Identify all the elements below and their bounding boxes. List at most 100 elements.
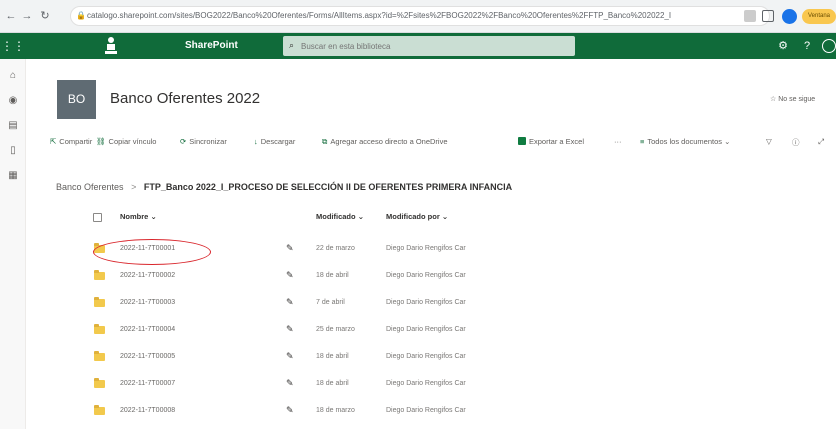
view-label: Todos los documentos bbox=[647, 137, 723, 146]
table-row[interactable]: 2022-11-7T00007 ✎ 18 de abril Diego Dari… bbox=[76, 372, 776, 398]
share-button[interactable]: ⇱ Compartir bbox=[50, 137, 92, 146]
row-name[interactable]: 2022-11-7T00005 bbox=[120, 353, 175, 360]
more-commands-button[interactable]: ··· bbox=[614, 137, 622, 146]
sync-button[interactable]: ⟳ Sincronizar bbox=[180, 137, 227, 146]
sort-chevron-icon: ⌄ bbox=[150, 212, 157, 221]
row-modified-by: Diego Dario Rengifos Car bbox=[386, 299, 466, 306]
address-bar[interactable]: 🔒 catalogo.sharepoint.com/sites/BOG2022/… bbox=[70, 6, 770, 26]
share-label: Compartir bbox=[59, 137, 93, 146]
pen-icon: ✎ bbox=[286, 297, 294, 307]
table-row[interactable]: 2022-11-7T00002 ✎ 18 de abril Diego Dari… bbox=[76, 264, 776, 290]
excel-icon bbox=[518, 137, 526, 145]
shortcut-icon: ⧉ bbox=[322, 137, 328, 146]
search-input[interactable] bbox=[301, 36, 571, 56]
extension-icon[interactable] bbox=[744, 10, 756, 22]
document-icon[interactable]: ▯ bbox=[6, 144, 20, 158]
row-name[interactable]: 2022-11-7T00002 bbox=[120, 272, 175, 279]
row-name[interactable]: 2022-11-7T00003 bbox=[120, 299, 175, 306]
profile-label[interactable]: Ventana bbox=[802, 9, 836, 24]
pen-icon: ✎ bbox=[286, 324, 294, 334]
column-header-modified[interactable]: Modificado ⌄ bbox=[316, 212, 364, 221]
folder-icon bbox=[94, 405, 105, 415]
column-header-modified-by-label: Modificado por bbox=[386, 212, 440, 221]
row-modified-by: Diego Dario Rengifos Car bbox=[386, 326, 466, 333]
row-modified-by: Diego Dario Rengifos Car bbox=[386, 272, 466, 279]
row-modified: 18 de abril bbox=[316, 380, 349, 387]
highlight-ellipse-annotation bbox=[93, 239, 211, 265]
folder-icon bbox=[94, 270, 105, 280]
row-modified: 25 de marzo bbox=[316, 326, 355, 333]
search-box[interactable]: ⌕ bbox=[283, 36, 575, 56]
folder-icon bbox=[94, 297, 105, 307]
row-modified: 18 de abril bbox=[316, 353, 349, 360]
row-name[interactable]: 2022-11-7T00004 bbox=[120, 326, 175, 333]
account-avatar-icon[interactable] bbox=[822, 39, 836, 53]
row-modified: 18 de marzo bbox=[316, 407, 355, 414]
follow-button[interactable]: ☆ No se sigue bbox=[770, 95, 815, 103]
breadcrumb-separator: > bbox=[131, 182, 137, 192]
app-launcher-icon[interactable]: ⋮⋮ bbox=[0, 33, 26, 59]
back-icon[interactable]: ← bbox=[4, 9, 18, 23]
pen-icon: ✎ bbox=[286, 405, 294, 415]
pen-icon: ✎ bbox=[286, 351, 294, 361]
sort-chevron-icon: ⌄ bbox=[441, 212, 449, 221]
select-all-checkbox[interactable] bbox=[93, 213, 102, 222]
download-button[interactable]: ↓ Descargar bbox=[254, 137, 295, 146]
copy-link-button[interactable]: ⛓ Copiar vínculo bbox=[96, 137, 156, 146]
column-header-modified-by[interactable]: Modificado por ⌄ bbox=[386, 212, 448, 221]
lists-icon[interactable]: ▦ bbox=[6, 169, 20, 183]
export-excel-label: Exportar a Excel bbox=[529, 137, 585, 146]
organization-logo-icon[interactable] bbox=[104, 36, 118, 56]
share-icon: ⇱ bbox=[50, 137, 57, 146]
row-modified-by: Diego Dario Rengifos Car bbox=[386, 245, 466, 252]
folder-icon bbox=[94, 324, 105, 334]
table-row[interactable]: 2022-11-7T00005 ✎ 18 de abril Diego Dari… bbox=[76, 345, 776, 371]
column-header-modified-label: Modificado bbox=[316, 212, 356, 221]
add-shortcut-button[interactable]: ⧉ Agregar acceso directo a OneDrive bbox=[322, 137, 448, 147]
reload-icon[interactable]: ↻ bbox=[38, 9, 52, 23]
command-bar: ⇱ Compartir ⛓ Copiar vínculo ⟳ Sincronizar … bbox=[26, 132, 836, 154]
tab-icon[interactable] bbox=[762, 10, 774, 22]
folder-icon bbox=[94, 351, 105, 361]
news-icon[interactable]: ▤ bbox=[6, 119, 20, 133]
row-name[interactable]: 2022-11-7T00008 bbox=[120, 407, 175, 414]
link-icon: ⛓ bbox=[96, 137, 106, 146]
app-name[interactable]: SharePoint bbox=[185, 40, 238, 51]
copy-link-label: Copiar vínculo bbox=[108, 137, 157, 146]
filter-icon[interactable]: ▽ bbox=[766, 137, 772, 146]
help-icon[interactable]: ? bbox=[800, 39, 814, 53]
folder-icon bbox=[94, 378, 105, 388]
forward-icon[interactable]: → bbox=[20, 9, 34, 23]
sync-icon: ⟳ bbox=[180, 137, 187, 146]
table-row[interactable]: 2022-11-7T00003 ✎ 7 de abril Diego Dario… bbox=[76, 291, 776, 317]
view-icon: ≡ bbox=[640, 137, 645, 146]
table-row[interactable]: 2022-11-7T00008 ✎ 18 de marzo Diego Dari… bbox=[76, 399, 776, 425]
globe-icon[interactable]: ◉ bbox=[6, 94, 20, 108]
row-modified: 7 de abril bbox=[316, 299, 345, 306]
profile-avatar-icon[interactable] bbox=[782, 9, 797, 24]
suite-bar: ⋮⋮ SharePoint ⌕ ⚙ ? bbox=[0, 33, 836, 59]
site-title[interactable]: Banco Oferentes 2022 bbox=[110, 90, 260, 107]
table-header: Nombre ⌄ Modificado ⌄ Modificado por ⌄ bbox=[76, 207, 776, 229]
site-logo[interactable]: BO bbox=[57, 80, 96, 119]
browser-toolbar: ← → ↻ 🔒 catalogo.sharepoint.com/sites/BO… bbox=[0, 0, 836, 33]
export-excel-button[interactable]: Exportar a Excel bbox=[518, 137, 584, 146]
lock-icon: 🔒 bbox=[76, 11, 86, 20]
table-row[interactable]: 2022-11-7T00004 ✎ 25 de marzo Diego Dari… bbox=[76, 318, 776, 344]
download-icon: ↓ bbox=[254, 137, 258, 146]
home-icon[interactable]: ⌂ bbox=[6, 69, 20, 83]
follow-label: No se sigue bbox=[778, 96, 816, 103]
sort-chevron-icon: ⌄ bbox=[357, 212, 364, 221]
chevron-down-icon: ⌄ bbox=[724, 137, 731, 146]
row-name[interactable]: 2022-11-7T00007 bbox=[120, 380, 175, 387]
expand-icon[interactable]: ⤢ bbox=[818, 137, 824, 147]
row-modified-by: Diego Dario Rengifos Car bbox=[386, 353, 466, 360]
breadcrumb-parent[interactable]: Banco Oferentes bbox=[56, 182, 124, 192]
pen-icon: ✎ bbox=[286, 243, 294, 253]
view-selector[interactable]: ≡ Todos los documentos ⌄ bbox=[640, 137, 730, 146]
settings-icon[interactable]: ⚙ bbox=[776, 39, 790, 53]
info-icon[interactable]: ⓘ bbox=[792, 137, 800, 148]
sync-label: Sincronizar bbox=[189, 137, 227, 146]
column-header-name[interactable]: Nombre ⌄ bbox=[120, 212, 157, 221]
search-icon: ⌕ bbox=[289, 40, 295, 50]
